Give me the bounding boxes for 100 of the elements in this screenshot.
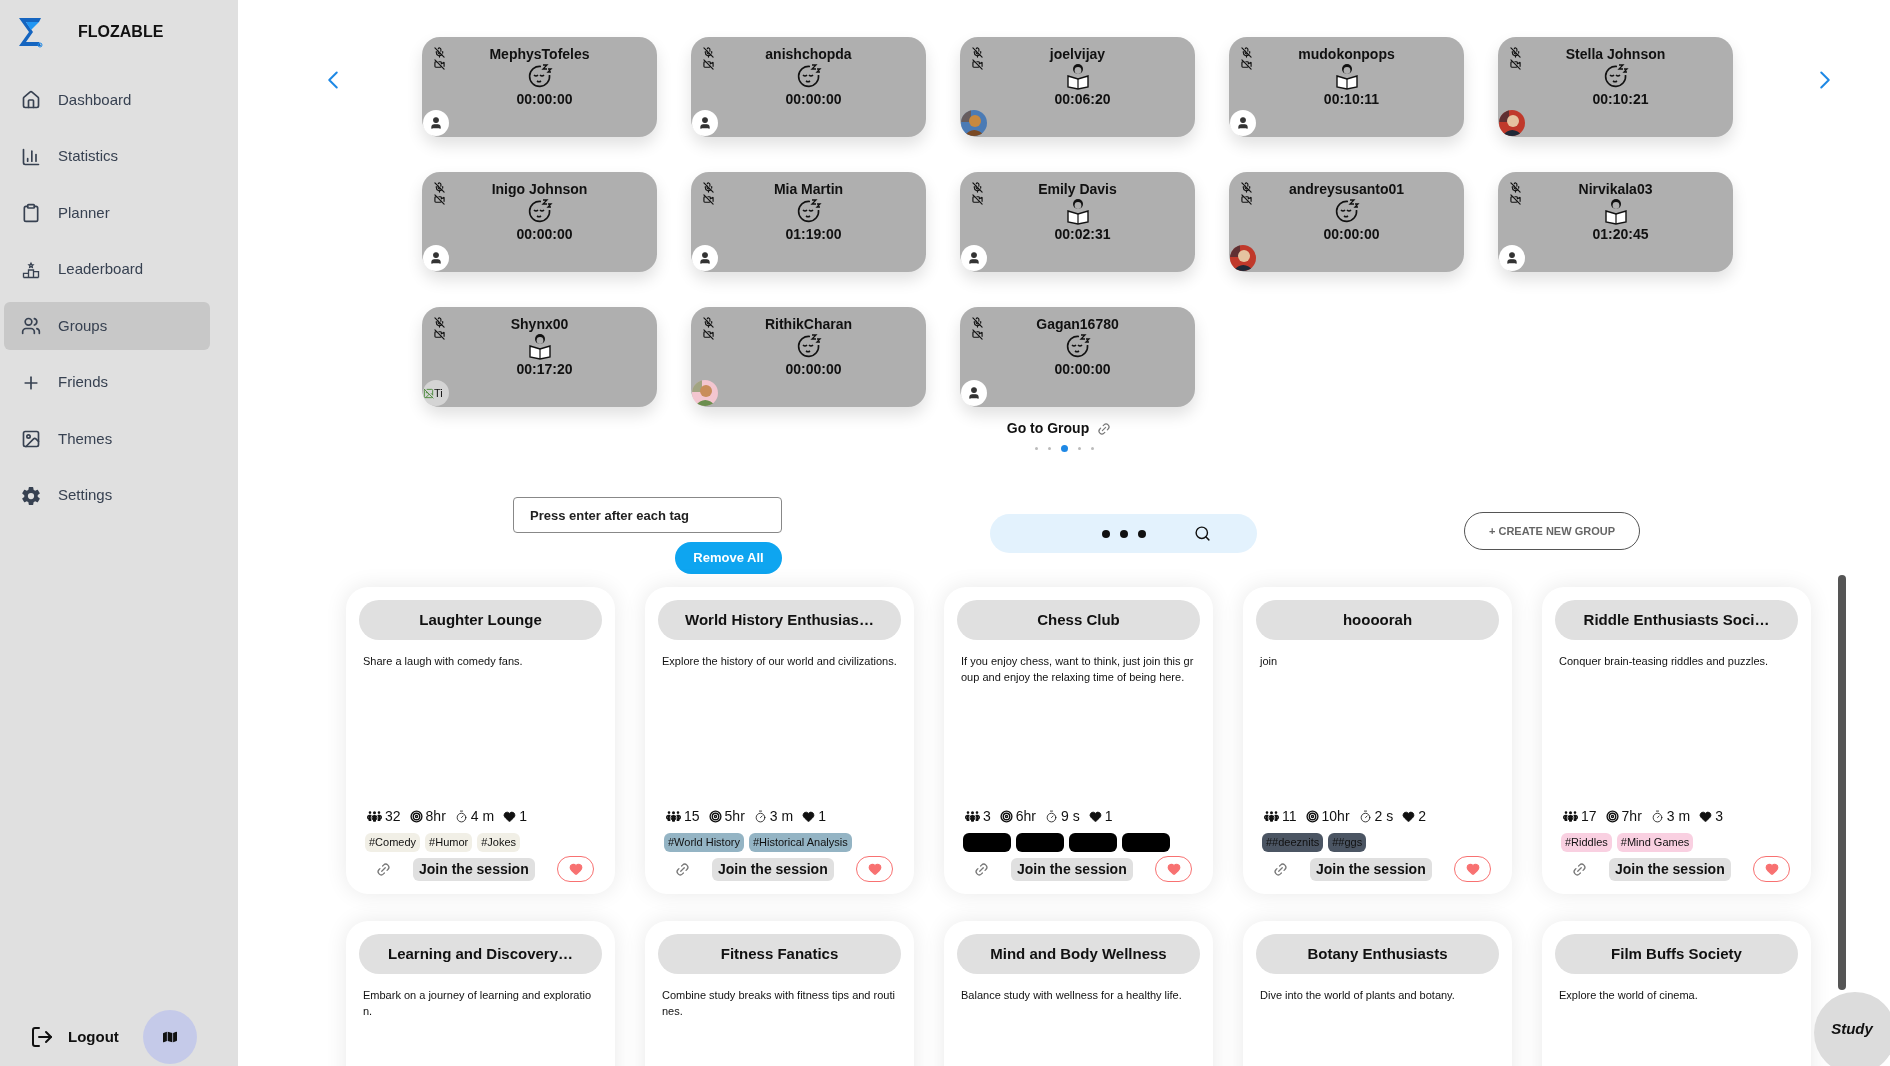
video-off-icon — [972, 59, 983, 70]
sidebar-item[interactable]: Themes — [4, 415, 210, 463]
settings-icon — [21, 485, 41, 506]
study-time: 00:17:20 — [515, 360, 573, 379]
group-description: Combine study breaks with fitness tips and routines. — [661, 988, 896, 1019]
sleeping-face-icon — [1602, 63, 1629, 89]
people-icon — [367, 809, 382, 824]
member-card[interactable]: Emily Davis 00:02:31 — [960, 172, 1195, 272]
member-card[interactable]: anishchopda 00:00:00 — [691, 37, 926, 137]
group-stat: 5hr — [724, 807, 745, 826]
group-description: Explore the history of our world and civilizations. — [661, 654, 898, 669]
join-session-button[interactable]: Join the session — [712, 857, 834, 881]
group-title: Mind and Body Wellness — [957, 934, 1200, 974]
mic-off-icon — [703, 47, 714, 58]
avatar — [423, 245, 449, 271]
group-description: Share a laugh with comedy fans. — [362, 654, 524, 669]
home-icon — [21, 90, 41, 110]
group-stat: 7hr — [1621, 807, 1642, 826]
video-off-icon — [434, 194, 445, 205]
sidebar-item[interactable]: Groups — [4, 302, 210, 350]
video-off-icon — [434, 329, 445, 340]
group-stat: 4 m — [470, 807, 495, 826]
avatar — [692, 245, 718, 271]
avatar — [961, 380, 987, 406]
group-title: World History Enthusias… — [658, 600, 901, 640]
join-session-button[interactable]: Join the session — [1011, 857, 1133, 881]
heart-icon — [503, 810, 517, 823]
member-card[interactable]: joelvijay 00:06:20 — [960, 37, 1195, 137]
group-tag[interactable] — [1016, 832, 1064, 852]
people-icon — [1264, 809, 1279, 824]
group-description: If you enjoy chess, want to think, just join this group and enjoy the relaxing time of being here. — [960, 654, 1195, 685]
sidebar-item[interactable]: Leaderboard — [4, 245, 210, 294]
logout-button[interactable]: Logout — [30, 1025, 119, 1049]
mic-off-icon — [1241, 182, 1252, 193]
study-time: 00:00:00 — [1053, 360, 1111, 379]
member-card[interactable]: RithikCharan 00:00:00 — [691, 307, 926, 407]
group-stat: 8hr — [425, 807, 446, 826]
sidebar-item[interactable]: Settings — [4, 471, 210, 520]
join-session-button[interactable]: Join the session — [1310, 857, 1432, 881]
mic-off-icon — [703, 317, 714, 328]
group-tag[interactable]: #Riddles — [1561, 832, 1612, 852]
member-card[interactable]: MephysTofeles 00:00:00 — [422, 37, 657, 137]
group-stat: 3 — [1715, 807, 1723, 826]
stopwatch-icon — [753, 810, 767, 823]
sidebar-item[interactable]: Friends — [4, 358, 210, 407]
member-card[interactable]: Shynx00 00:17:20 Ti — [422, 307, 657, 407]
member-name: Mia Martin — [773, 180, 844, 198]
member-card[interactable]: Inigo Johnson 00:00:00 — [422, 172, 657, 272]
sleeping-face-icon — [795, 63, 822, 89]
member-card[interactable]: andreysusanto01 00:00:00 — [1229, 172, 1464, 272]
join-session-button[interactable]: Join the session — [413, 857, 535, 881]
study-button[interactable]: Study — [1814, 992, 1890, 1066]
stopwatch-icon — [1358, 810, 1372, 823]
group-stat: 1 — [1104, 807, 1113, 826]
group-tag[interactable]: #Mind Games — [1616, 832, 1694, 852]
group-tag[interactable]: #World History — [664, 832, 744, 852]
join-session-button[interactable]: Join the session — [1609, 857, 1731, 881]
mic-off-icon — [972, 317, 983, 328]
study-time: 00:00:00 — [515, 225, 573, 244]
member-card[interactable]: Gagan16780 00:00:00 — [960, 307, 1195, 407]
group-title: Fitness Fanatics — [658, 934, 901, 974]
search-field[interactable] — [990, 514, 1257, 553]
map-button[interactable] — [142, 1010, 197, 1064]
member-card[interactable]: mudokonpops 00:10:11 — [1229, 37, 1464, 137]
people-icon — [1563, 809, 1578, 824]
group-title: hoooorah — [1256, 600, 1499, 640]
member-card[interactable]: Nirvikala03 01:20:45 — [1498, 172, 1733, 272]
video-off-icon — [703, 329, 714, 340]
group-title: Learning and Discovery… — [359, 934, 602, 974]
member-name: Gagan16780 — [1036, 315, 1119, 333]
member-card[interactable]: Stella Johnson 00:10:21 — [1498, 37, 1733, 137]
heart-icon — [1465, 862, 1480, 876]
tag-input-field[interactable]: Press enter after each tag — [513, 497, 782, 533]
heart-icon — [867, 862, 882, 876]
go-to-group-link[interactable]: Go to Group — [1006, 418, 1090, 439]
avatar — [1230, 110, 1256, 136]
group-tag[interactable]: #Comedy — [365, 832, 421, 852]
sleeping-face-icon — [795, 198, 822, 224]
group-tag[interactable]: #Jokes — [477, 832, 521, 852]
group-tag[interactable]: #Historical Analysis — [748, 832, 852, 852]
sidebar-item[interactable]: Dashboard — [4, 76, 210, 124]
group-stat: 3 m — [1666, 807, 1691, 826]
sidebar-item[interactable]: Statistics — [4, 132, 210, 181]
group-stat: 2 s — [1374, 807, 1394, 826]
scrollbar[interactable] — [1838, 575, 1846, 990]
study-time: 01:20:45 — [1591, 225, 1649, 244]
group-tag[interactable] — [963, 832, 1011, 852]
search-icon[interactable] — [1194, 525, 1211, 542]
mic-off-icon — [434, 182, 445, 193]
member-card[interactable]: Mia Martin 01:19:00 — [691, 172, 926, 272]
group-title: Chess Club — [957, 600, 1200, 640]
group-tag[interactable] — [1122, 832, 1170, 852]
member-name: MephysTofeles — [489, 45, 590, 63]
sidebar-item[interactable]: Planner — [4, 189, 210, 237]
group-tag[interactable]: #Humor — [425, 832, 473, 852]
group-title: Riddle Enthusiasts Soci… — [1555, 600, 1798, 640]
avatar — [1499, 245, 1525, 271]
video-off-icon — [1510, 194, 1521, 205]
member-name: joelvijay — [1049, 45, 1106, 63]
group-tag[interactable] — [1069, 832, 1117, 852]
